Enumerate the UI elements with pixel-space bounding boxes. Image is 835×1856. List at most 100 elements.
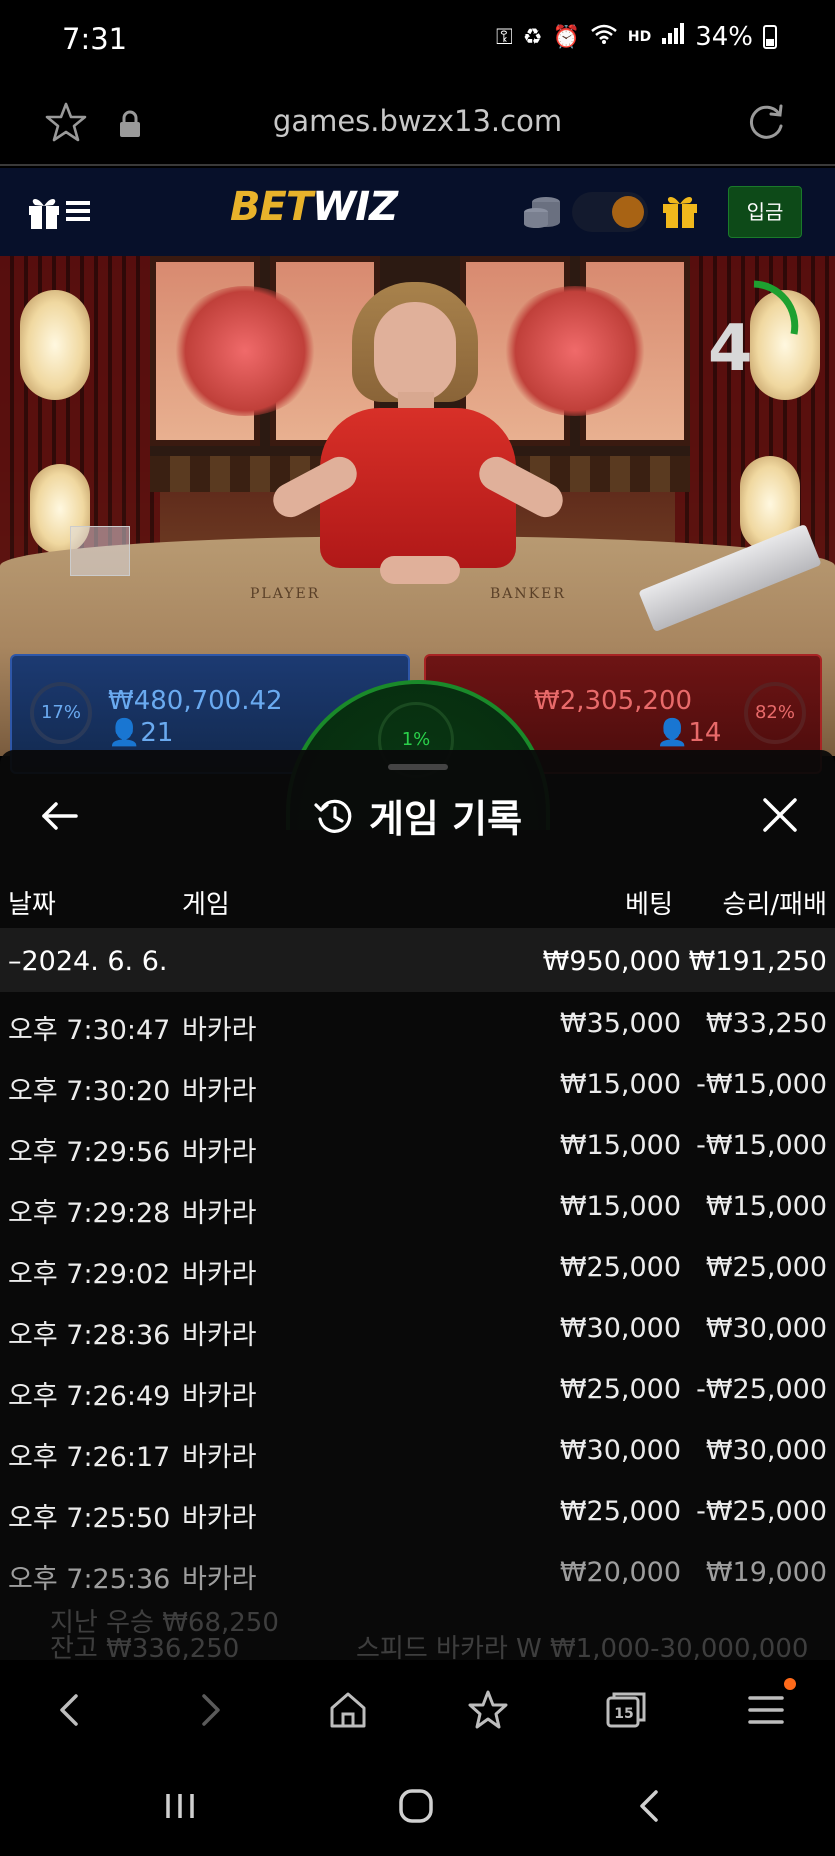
drag-handle[interactable] (388, 764, 448, 770)
row-bet: ₩15,000 (559, 1069, 681, 1100)
table-row[interactable]: 오후 7:30:47 바카라 ₩35,000 ₩33,250 (0, 992, 835, 1053)
tabs-button[interactable]: 15 (602, 1686, 650, 1734)
table-row[interactable]: 오후 7:29:02 바카라 ₩25,000 ₩25,000 (0, 1236, 835, 1297)
table-banker-label: BANKER (490, 586, 566, 602)
summary-result: ₩191,250 (688, 946, 827, 977)
row-game: 바카라 (182, 1076, 257, 1107)
row-time: 오후 7:28:36 (8, 1320, 171, 1351)
row-game: 바카라 (182, 1320, 257, 1351)
table-name-text: 스피드 바카라 W ₩1,000-30,000,000 (356, 1634, 809, 1660)
date-summary-row[interactable]: –2024. 6. 6. ₩950,000 ₩191,250 (0, 928, 835, 992)
table-row[interactable]: 오후 7:30:20 바카라 ₩15,000 -₩15,000 (0, 1053, 835, 1114)
dealer-face (374, 302, 456, 402)
blossom-decoration (500, 286, 650, 416)
row-result: -₩15,000 (696, 1130, 827, 1161)
row-bet: ₩35,000 (559, 1008, 681, 1039)
column-header-game: 게임 (182, 890, 230, 920)
logo-bet: BET (230, 184, 313, 230)
row-result: ₩15,000 (705, 1191, 827, 1222)
balance-text: 잔고 ₩336,250 (50, 1634, 240, 1660)
summary-date: –2024. 6. 6. (8, 946, 168, 977)
system-home-icon[interactable] (396, 1786, 436, 1826)
reload-icon[interactable] (745, 100, 789, 144)
status-bar: 7:31 ⚿ ♻ ⏰ HD 34% (0, 0, 835, 84)
player-percent: 17% (40, 702, 81, 723)
status-time: 7:31 (62, 22, 128, 56)
column-header-date: 날짜 (8, 890, 56, 920)
home-icon[interactable] (324, 1686, 372, 1734)
summary-bet: ₩950,000 (542, 946, 681, 977)
history-icon (314, 799, 352, 833)
browser-toolbar: 15 (0, 1660, 835, 1760)
row-time: 오후 7:29:56 (8, 1137, 171, 1168)
blossom-decoration (170, 286, 320, 416)
row-bet: ₩25,000 (559, 1496, 681, 1527)
row-bet: ₩30,000 (559, 1313, 681, 1344)
table-row[interactable]: 오후 7:25:50 바카라 ₩25,000 -₩25,000 (0, 1480, 835, 1541)
user-icon: 👤 (108, 718, 141, 748)
recycle-icon: ♻ (522, 24, 543, 50)
forward-icon[interactable] (186, 1686, 234, 1734)
banker-bettors: 👤14 (656, 718, 721, 748)
player-percent-ring: 17% (30, 682, 92, 744)
row-game: 바카라 (182, 1259, 257, 1290)
close-icon[interactable] (759, 794, 801, 836)
row-time: 오후 7:25:50 (8, 1503, 171, 1534)
tab-count: 15 (614, 1706, 634, 1722)
banker-percent-ring: 82% (744, 682, 806, 744)
logo-wiz: WIZ (312, 184, 398, 230)
table-row[interactable]: 오후 7:26:49 바카라 ₩25,000 -₩25,000 (0, 1358, 835, 1419)
balance-toggle[interactable] (572, 192, 648, 232)
user-icon: 👤 (656, 718, 689, 748)
row-result: ₩30,000 (705, 1313, 827, 1344)
status-icons: ⚿ ♻ ⏰ HD 34% (496, 22, 777, 52)
promo-gift-icon[interactable] (26, 192, 62, 230)
row-bet: ₩15,000 (559, 1191, 681, 1222)
alarm-icon: ⏰ (552, 24, 580, 50)
row-game: 바카라 (182, 1564, 257, 1595)
row-game: 바카라 (182, 1381, 257, 1412)
menu-icon[interactable] (66, 198, 90, 224)
banker-percent: 82% (754, 702, 795, 723)
countdown-timer: 4 (708, 312, 753, 386)
row-result: ₩19,000 (705, 1557, 827, 1588)
row-result: -₩25,000 (696, 1496, 827, 1527)
rewards-gift-icon[interactable] (660, 190, 700, 230)
wifi-icon (590, 23, 618, 51)
card-holder (70, 526, 130, 576)
row-bet: ₩15,000 (559, 1130, 681, 1161)
deposit-button[interactable]: 입금 (728, 186, 802, 238)
modal-header: 게임 기록 (0, 788, 835, 843)
row-game: 바카라 (182, 1198, 257, 1229)
player-bet-amount: ₩480,700.42 (108, 686, 283, 716)
recent-apps-icon[interactable] (160, 1786, 200, 1826)
coins-icon[interactable] (522, 192, 562, 230)
column-header-bet: 베팅 (625, 890, 673, 920)
table-row[interactable]: 오후 7:29:28 바카라 ₩15,000 ₩15,000 (0, 1175, 835, 1236)
row-bet: ₩25,000 (559, 1252, 681, 1283)
system-back-icon[interactable] (630, 1786, 670, 1826)
bookmarks-icon[interactable] (464, 1686, 512, 1734)
table-row[interactable]: 오후 7:25:36 바카라 ₩20,000 ₩19,000 (0, 1541, 835, 1602)
table-row[interactable]: 오후 7:29:56 바카라 ₩15,000 -₩15,000 (0, 1114, 835, 1175)
dealer-hands (380, 556, 460, 584)
lantern (20, 290, 90, 400)
back-icon[interactable] (46, 1686, 94, 1734)
row-time: 오후 7:26:49 (8, 1381, 171, 1412)
table-row[interactable]: 오후 7:26:17 바카라 ₩30,000 ₩30,000 (0, 1419, 835, 1480)
row-game: 바카라 (182, 1503, 257, 1534)
column-header-result: 승리/패배 (722, 890, 827, 920)
address-bar[interactable]: games.bwzx13.com (0, 104, 835, 138)
row-game: 바카라 (182, 1015, 257, 1046)
table-player-label: PLAYER (250, 586, 321, 602)
row-time: 오후 7:29:02 (8, 1259, 171, 1290)
betwiz-logo[interactable]: BETWIZ (230, 184, 398, 230)
history-table: –2024. 6. 6. ₩950,000 ₩191,250 오후 7:30:4… (0, 928, 835, 1660)
banker-bet-amount: ₩2,305,200 (534, 686, 693, 716)
url-bar: games.bwzx13.com (0, 84, 835, 166)
row-time: 오후 7:25:36 (8, 1564, 171, 1595)
signal-icon (661, 23, 685, 51)
menu-icon[interactable] (742, 1686, 790, 1734)
banker-bettor-count: 14 (688, 718, 722, 748)
table-row[interactable]: 오후 7:28:36 바카라 ₩30,000 ₩30,000 (0, 1297, 835, 1358)
